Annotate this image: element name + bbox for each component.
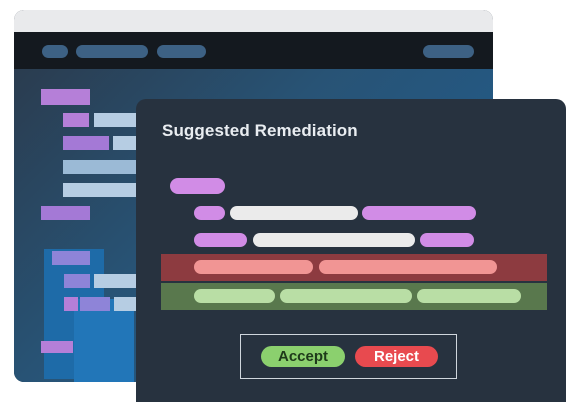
code-token — [194, 206, 225, 220]
added-code-token — [280, 289, 412, 303]
removed-code-token — [194, 260, 313, 274]
code-token — [63, 136, 109, 150]
code-token — [64, 297, 78, 311]
code-token — [113, 136, 136, 150]
reject-button[interactable]: Reject — [355, 346, 438, 367]
code-token — [41, 206, 90, 220]
code-token — [170, 178, 225, 194]
added-code-token — [417, 289, 521, 303]
code-token — [80, 297, 110, 311]
window-titlebar — [14, 10, 493, 32]
decorative-stripe — [74, 299, 134, 382]
code-token — [230, 206, 358, 220]
code-token — [420, 233, 474, 247]
added-code-token — [194, 289, 275, 303]
toolbar-tab[interactable] — [157, 45, 206, 58]
remediation-panel: Suggested Remediation Accept Reject — [136, 99, 566, 402]
code-token — [64, 274, 90, 288]
action-buttons-group: Accept Reject — [240, 334, 457, 379]
toolbar-tab[interactable] — [42, 45, 68, 58]
code-token — [194, 233, 247, 247]
code-token — [253, 233, 415, 247]
toolbar-tab[interactable] — [423, 45, 474, 58]
code-token — [362, 206, 476, 220]
code-token — [63, 113, 89, 127]
code-token — [41, 89, 90, 105]
illustration: Suggested Remediation Accept Reject — [0, 0, 566, 402]
code-token — [94, 274, 136, 288]
toolbar-tab[interactable] — [76, 45, 148, 58]
code-token — [63, 160, 136, 174]
code-token — [41, 341, 73, 353]
editor-toolbar — [14, 32, 493, 69]
code-token — [94, 113, 136, 127]
accept-button[interactable]: Accept — [261, 346, 345, 367]
code-token — [63, 183, 136, 197]
code-token — [52, 251, 90, 265]
removed-code-token — [319, 260, 497, 274]
panel-title: Suggested Remediation — [162, 121, 358, 140]
code-token — [114, 297, 136, 311]
